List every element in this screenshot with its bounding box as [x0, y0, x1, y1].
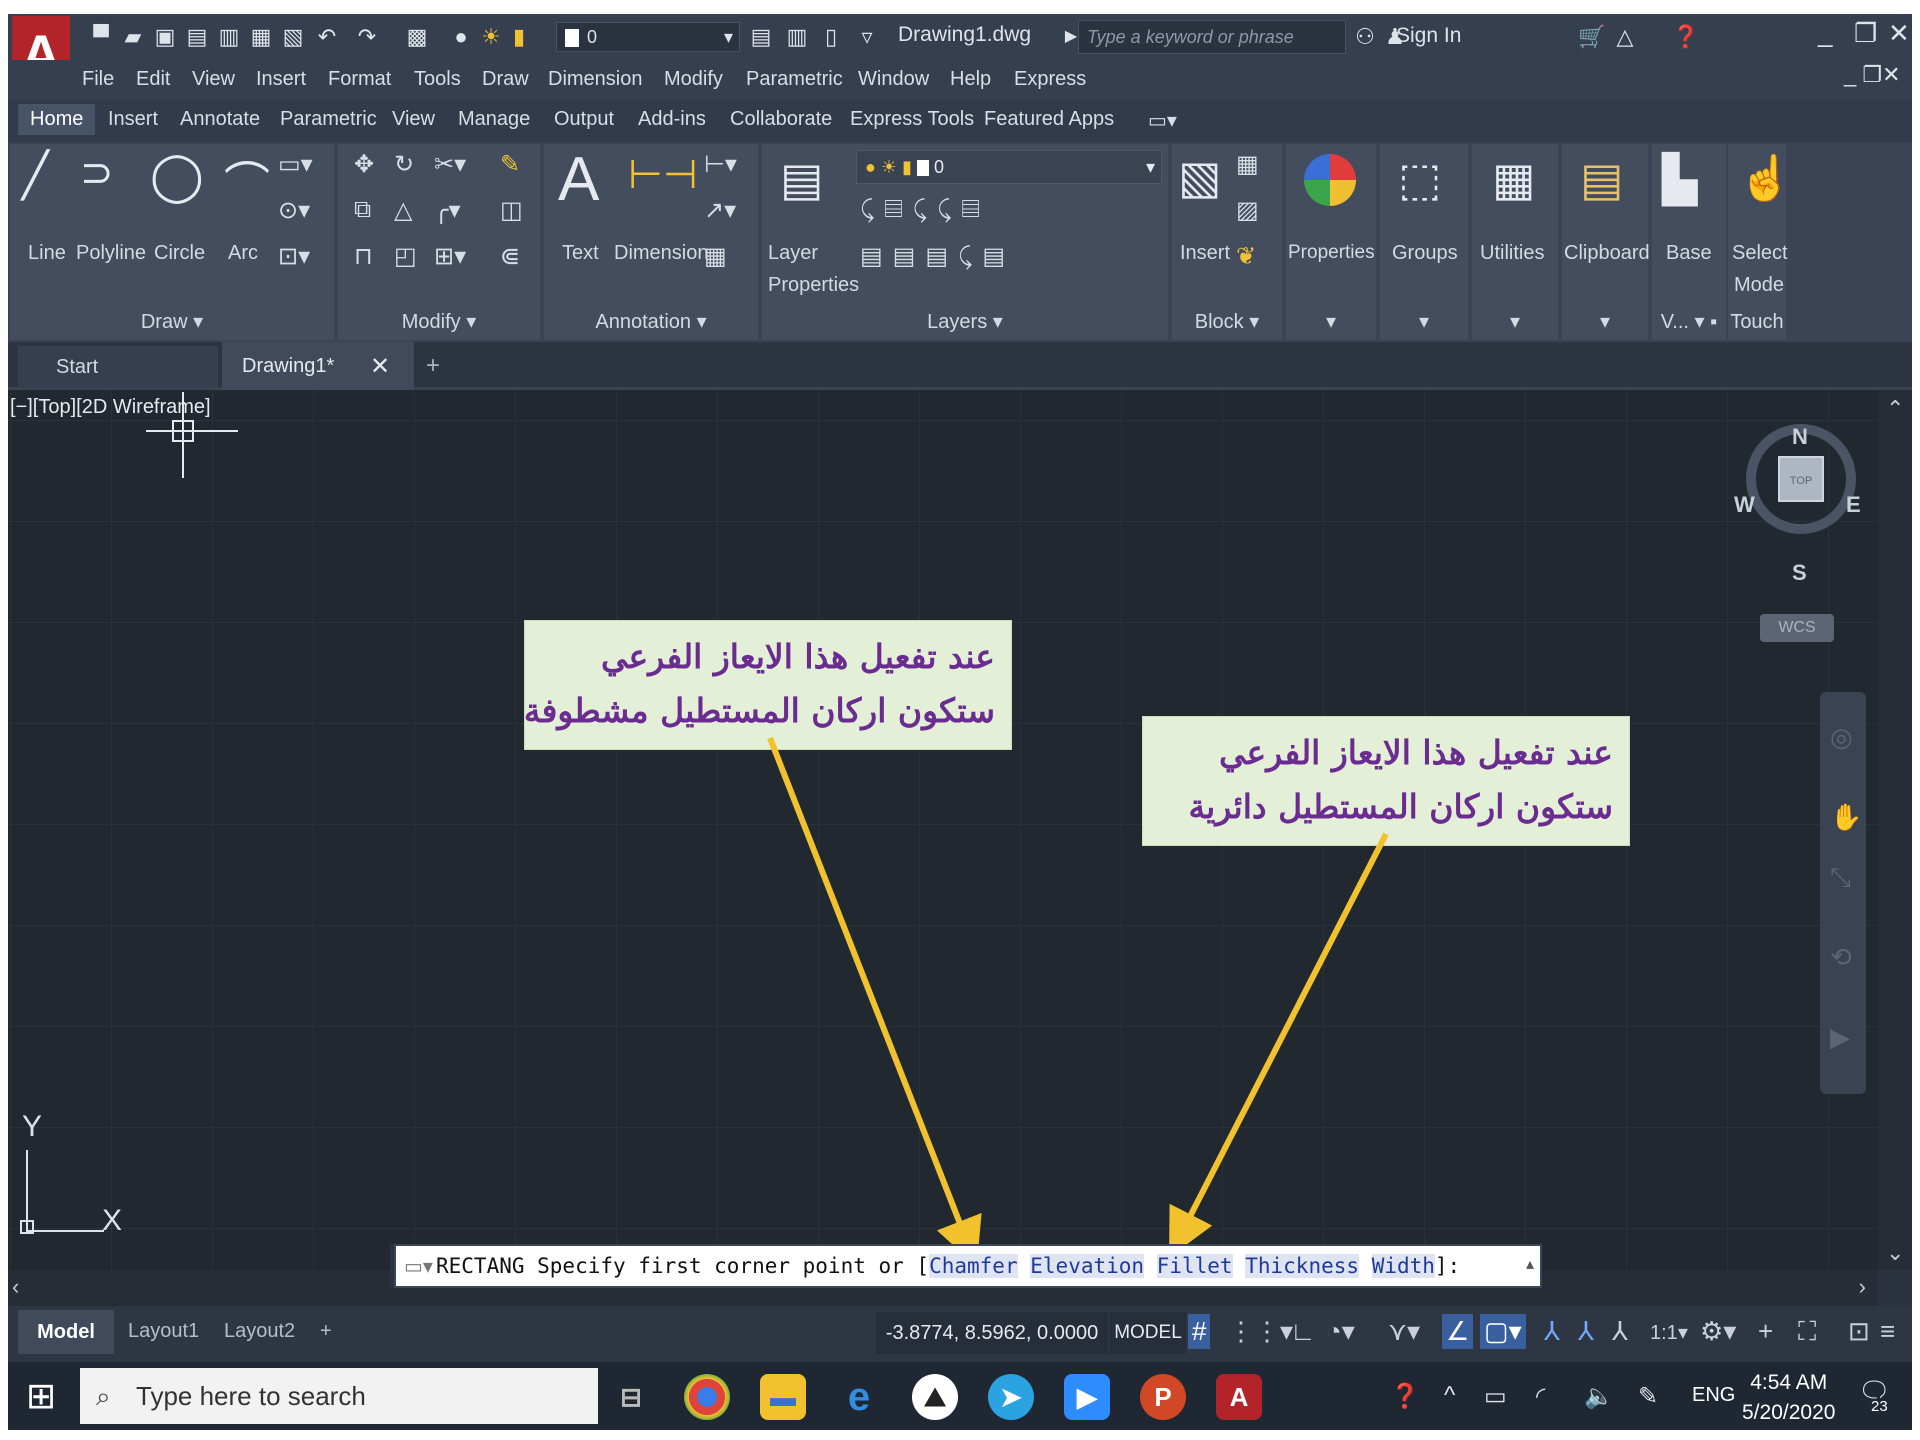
annotation-visibility-icon[interactable]: ⅄ — [1544, 1316, 1560, 1347]
volume-icon[interactable]: 🔈 — [1584, 1382, 1614, 1411]
windows-taskbar: ⊞ ⌕ Type here to search ⊟ ▬ e ⛰ ➤ ▶ P A ❓… — [8, 1362, 1912, 1430]
object-snap-tracking-icon[interactable]: ∠ — [1442, 1314, 1474, 1349]
photos-icon[interactable]: ⛰ — [912, 1374, 958, 1420]
powerpoint-icon[interactable]: P — [1140, 1374, 1186, 1420]
option-elevation[interactable]: Elevation — [1030, 1254, 1145, 1278]
tray-chevron-icon[interactable]: ^ — [1444, 1382, 1455, 1410]
chrome-icon[interactable] — [684, 1374, 730, 1420]
option-thickness[interactable]: Thickness — [1245, 1254, 1360, 1278]
object-snap-icon[interactable]: ▢▾ — [1480, 1314, 1526, 1349]
option-width[interactable]: Width — [1371, 1254, 1435, 1278]
vertical-scrollbar[interactable]: ⌃ ⌄ — [1878, 390, 1912, 1270]
notification-count: 23 — [1868, 1398, 1891, 1415]
plus-icon[interactable]: + — [1758, 1316, 1773, 1347]
taskbar-search-placeholder: Type here to search — [136, 1381, 366, 1411]
status-bar: Model Layout1 Layout2 + -3.8774, 8.5962,… — [8, 1306, 1912, 1362]
scroll-up-icon[interactable]: ⌃ — [1886, 396, 1904, 422]
scroll-left-icon[interactable]: ‹ — [12, 1274, 19, 1300]
clock-date: 5/20/2020 — [1742, 1401, 1836, 1424]
callout-arrows — [767, 736, 1389, 1267]
add-layout-icon[interactable]: + — [320, 1320, 332, 1343]
tab-layout2[interactable]: Layout2 — [224, 1320, 295, 1343]
coordinates-readout[interactable]: -3.8774, 8.5962, 0.0000 — [876, 1312, 1108, 1354]
customize-status-icon[interactable]: ≡ — [1880, 1316, 1895, 1347]
taskbar-search-input[interactable]: ⌕ Type here to search — [80, 1368, 598, 1424]
autocad-taskbar-icon[interactable]: A — [1216, 1374, 1262, 1420]
help-tray-icon[interactable]: ❓ — [1390, 1382, 1420, 1411]
clock[interactable]: 4:54 AM 5/20/2020 — [1742, 1368, 1835, 1428]
ortho-icon[interactable]: ∟ — [1290, 1316, 1315, 1347]
command-suffix: ]: — [1434, 1254, 1461, 1278]
option-chamfer[interactable]: Chamfer — [929, 1254, 1018, 1278]
workspace-gear-icon[interactable]: ⚙▾ — [1700, 1316, 1736, 1347]
option-fillet[interactable]: Fillet — [1156, 1254, 1233, 1278]
clock-time: 4:54 AM — [1750, 1371, 1828, 1394]
arrow-to-chamfer — [767, 736, 982, 1267]
tab-model[interactable]: Model — [18, 1310, 114, 1354]
telegram-icon[interactable]: ➤ — [988, 1374, 1034, 1420]
wifi-icon[interactable]: ◜ — [1536, 1382, 1545, 1411]
search-icon: ⌕ — [96, 1381, 111, 1411]
fullscreen-icon[interactable]: ⊡ — [1848, 1316, 1870, 1347]
edge-icon[interactable]: e — [836, 1374, 882, 1420]
tab-layout1[interactable]: Layout1 — [128, 1320, 199, 1343]
arrow-to-fillet — [1169, 832, 1389, 1258]
windows-start-icon[interactable]: ⊞ — [26, 1376, 66, 1416]
isolate-icon[interactable]: ⛶ — [1798, 1316, 1816, 1348]
command-prompt: RECTANG Specify first corner point or [C… — [436, 1254, 1460, 1278]
file-explorer-icon[interactable]: ▬ — [760, 1374, 806, 1420]
zoom-app-icon[interactable]: ▶ — [1064, 1374, 1110, 1420]
recent-commands-icon[interactable]: ▭▾ — [404, 1254, 433, 1279]
command-prefix: RECTANG Specify first corner point or [ — [436, 1254, 930, 1278]
pen-icon[interactable]: ✎ — [1638, 1382, 1658, 1411]
grid-icon[interactable]: # — [1188, 1314, 1211, 1349]
scroll-down-icon[interactable]: ⌄ — [1886, 1240, 1904, 1266]
model-space-toggle[interactable]: MODEL — [1110, 1312, 1186, 1354]
snap-icon[interactable]: ⋮⋮▾ — [1228, 1316, 1293, 1347]
battery-icon[interactable]: ▭ — [1484, 1382, 1507, 1411]
annotation-scale-icon[interactable]: ⅄ — [1612, 1316, 1628, 1347]
isodraft-icon[interactable]: ⋎▾ — [1388, 1316, 1420, 1347]
language-indicator[interactable]: ENG — [1692, 1384, 1735, 1407]
task-view-icon[interactable]: ⊟ — [608, 1374, 654, 1420]
auto-scale-icon[interactable]: ⅄ — [1578, 1316, 1594, 1347]
autocad-window: ▀ ▰ ▣ ▤ ▥ ▦ ▧ ↶ ↷ ▩ ● ☀ ▮ 0 ▾ ▤ ▥ ▯ ▿ Dra… — [8, 14, 1912, 1430]
polar-icon[interactable]: ◔▾ — [1326, 1316, 1355, 1347]
command-history-icon[interactable]: ▴ — [1526, 1254, 1534, 1274]
scale-dropdown[interactable]: 1:1▾ — [1650, 1320, 1688, 1345]
command-line[interactable]: ▭▾ RECTANG Specify first corner point or… — [394, 1244, 1542, 1288]
scroll-right-icon[interactable]: › — [1859, 1274, 1866, 1300]
